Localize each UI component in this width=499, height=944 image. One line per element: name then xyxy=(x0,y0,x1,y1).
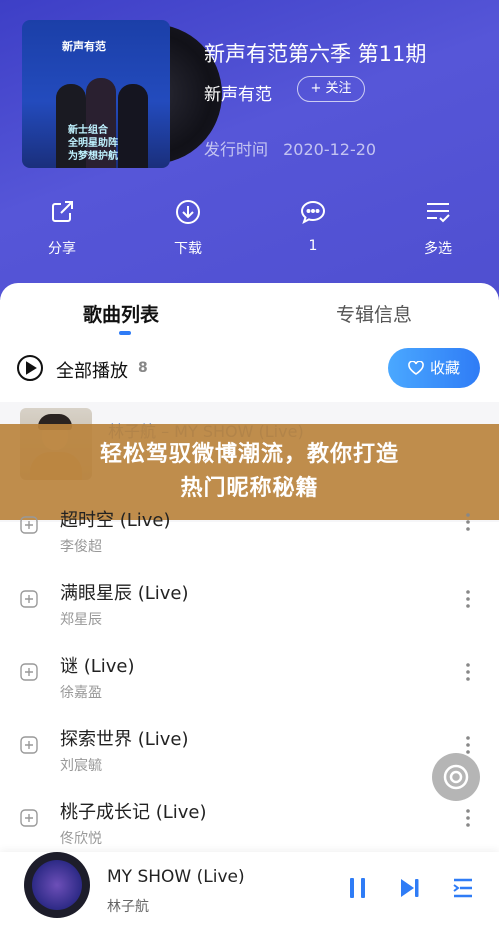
pause-icon[interactable] xyxy=(348,876,368,900)
song-artist: 李俊超 xyxy=(60,539,102,555)
active-tab-indicator xyxy=(119,331,131,335)
download-icon xyxy=(176,200,200,224)
song-title[interactable]: 谜 (Live) xyxy=(60,652,135,678)
add-song-icon[interactable] xyxy=(20,590,38,608)
album-cover-group[interactable]: 新声有范 新士组合 全明星助阵 为梦想护航 xyxy=(22,20,222,170)
share-button[interactable]: 分享 xyxy=(32,198,92,258)
cover-logo: 新声有范 xyxy=(62,40,106,53)
comment-button[interactable]: 1 xyxy=(283,198,343,254)
album-cover[interactable]: 新声有范 新士组合 全明星助阵 为梦想护航 xyxy=(22,20,170,168)
song-title[interactable]: 探索世界 (Live) xyxy=(60,725,189,751)
download-button[interactable]: 下载 xyxy=(158,198,218,258)
tab-album-info[interactable]: 专辑信息 xyxy=(336,300,412,327)
player-album-art xyxy=(32,860,82,910)
more-options-icon[interactable] xyxy=(462,808,474,828)
cover-person xyxy=(118,84,148,168)
more-options-icon[interactable] xyxy=(462,662,474,682)
song-artist: 郑星辰 xyxy=(60,612,102,628)
more-options-icon[interactable] xyxy=(462,735,474,755)
playlist-icon[interactable] xyxy=(452,876,474,900)
add-song-icon[interactable] xyxy=(20,663,38,681)
release-date: 发行时间 2020-12-20 xyxy=(204,140,377,159)
song-artist: 刘宸毓 xyxy=(60,758,102,774)
floating-assist-button[interactable] xyxy=(432,753,480,801)
player-artist: 林子航 xyxy=(107,899,149,915)
cover-tagline: 新士组合 全明星助阵 为梦想护航 xyxy=(68,125,118,162)
more-options-icon[interactable] xyxy=(462,512,474,532)
add-song-icon[interactable] xyxy=(20,516,38,534)
song-artist: 徐嘉盈 xyxy=(60,685,102,701)
album-title: 新声有范第六季 第11期 xyxy=(204,42,427,66)
more-options-icon[interactable] xyxy=(462,589,474,609)
heart-icon xyxy=(408,360,424,375)
multi-select-icon xyxy=(427,203,450,223)
add-song-icon[interactable] xyxy=(20,809,38,827)
share-icon xyxy=(52,201,73,222)
banner-line-1: 轻松驾驭微博潮流，教你打造 xyxy=(99,442,399,467)
song-count: 8 xyxy=(138,360,148,376)
next-track-icon[interactable] xyxy=(399,876,421,900)
song-artist: 佟欣悦 xyxy=(60,831,102,847)
multi-select-button[interactable]: 多选 xyxy=(408,198,468,258)
song-title[interactable]: 满眼星辰 (Live) xyxy=(60,579,189,605)
song-title[interactable]: 超时空 (Live) xyxy=(60,506,171,532)
player-song-title[interactable]: MY SHOW (Live) xyxy=(107,867,245,887)
song-title[interactable]: 桃子成长记 (Live) xyxy=(60,798,207,824)
artist-name[interactable]: 新声有范 xyxy=(204,80,272,105)
banner-line-2: 热门昵称秘籍 xyxy=(180,476,319,501)
add-song-icon[interactable] xyxy=(20,736,38,754)
play-all-button[interactable]: 全部播放 xyxy=(56,357,128,383)
target-icon xyxy=(443,764,469,790)
follow-button[interactable]: + 关注 xyxy=(297,76,365,102)
play-all-icon[interactable] xyxy=(16,354,44,382)
collect-button[interactable]: 收藏 xyxy=(388,348,480,388)
comment-icon xyxy=(300,200,326,225)
tab-song-list[interactable]: 歌曲列表 xyxy=(83,300,159,327)
